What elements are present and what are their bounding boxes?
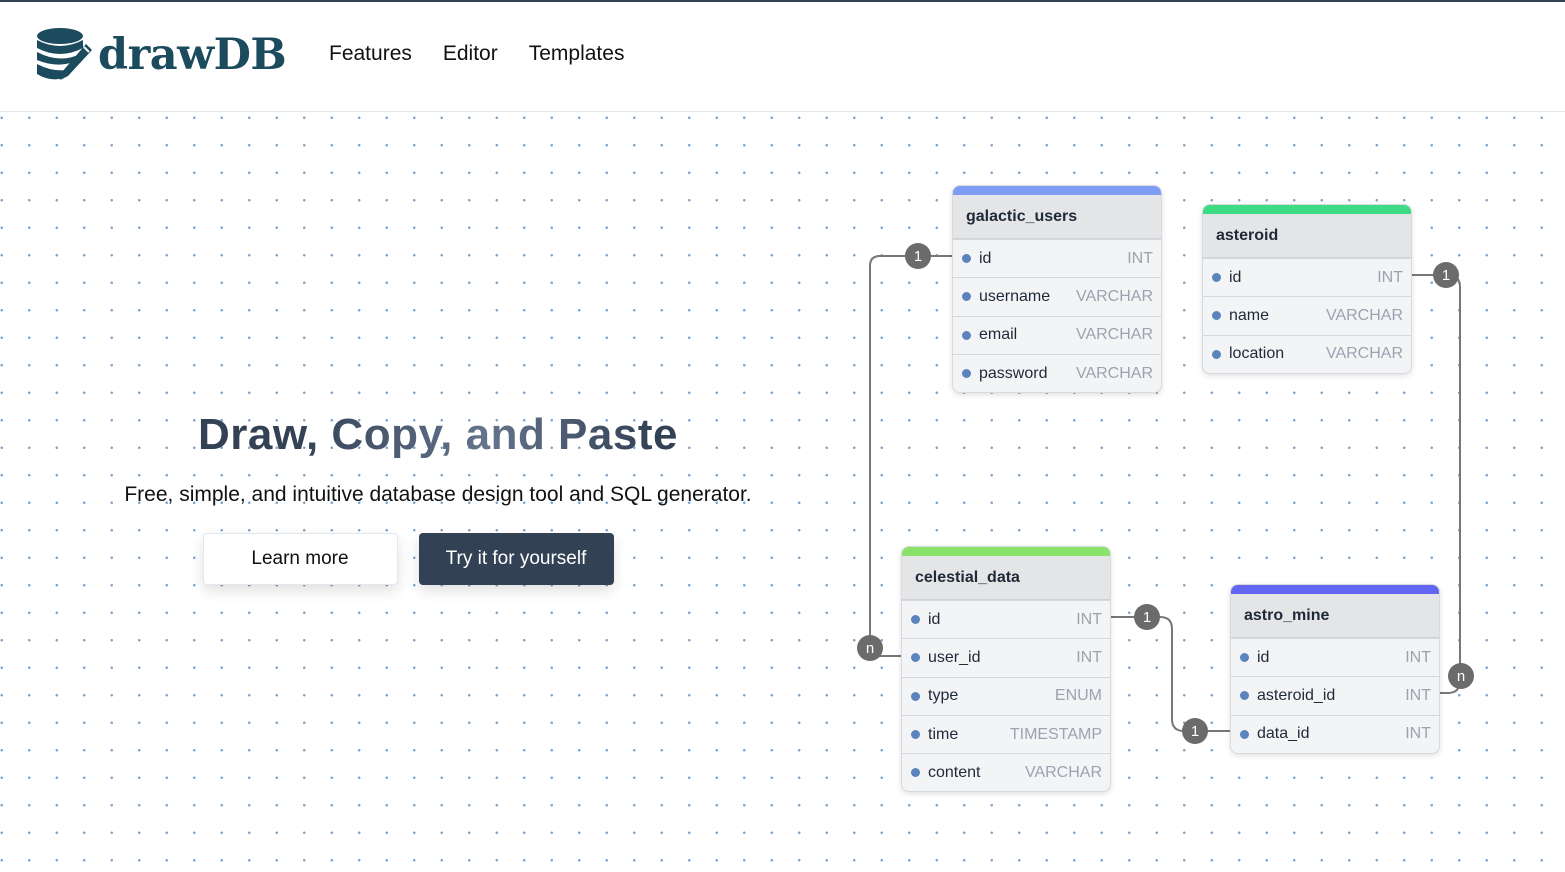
field-dot-icon [1240, 729, 1249, 739]
table-celestial-data[interactable]: celestial_dataid INT user_id INT type ENUM tim… [901, 546, 1111, 793]
table-header[interactable]: astro_mine [1231, 594, 1439, 638]
field-dot-icon [962, 330, 971, 340]
field-type: VARCHAR [1325, 345, 1403, 363]
table-field-row[interactable]: asteroid_id INT [1231, 676, 1439, 714]
field-dot-icon [911, 653, 920, 663]
field-dot-icon [1240, 653, 1249, 663]
nav-editor[interactable]: Editor [443, 42, 498, 66]
table-field-row[interactable]: id INT [902, 600, 1110, 638]
field-name: location [1229, 345, 1285, 363]
field-type: INT [1377, 268, 1403, 286]
table-field-row[interactable]: id INT [1203, 258, 1411, 296]
hero-actions: Learn more Try it for yourself [0, 533, 816, 585]
field-type: INT [1405, 686, 1431, 704]
field-name: content [928, 763, 981, 781]
table-field-row[interactable]: user_id INT [902, 638, 1110, 676]
field-dot-icon [1212, 349, 1221, 359]
field-dot-icon [1212, 273, 1221, 283]
field-name: data_id [1257, 725, 1310, 743]
field-type: INT [1405, 725, 1431, 743]
table-field-row[interactable]: id INT [1231, 638, 1439, 676]
field-name: asteroid_id [1257, 686, 1336, 704]
field-type: ENUM [1054, 687, 1102, 705]
field-type: VARCHAR [1325, 306, 1403, 324]
table-field-row[interactable]: location VARCHAR [1203, 334, 1411, 373]
table-color-bar [953, 186, 1161, 195]
brand-name: drawDB [98, 30, 287, 80]
field-name: password [979, 364, 1048, 382]
cardinality-badge: 1 [1433, 262, 1459, 288]
field-dot-icon [962, 369, 971, 379]
field-type: VARCHAR [1075, 364, 1153, 382]
database-pencil-icon [37, 28, 92, 80]
site-header: drawDB Features Editor Templates [0, 2, 1565, 112]
table-galactic-users[interactable]: galactic_usersid INT username VARCHAR email V… [952, 185, 1162, 394]
field-name: username [979, 287, 1051, 305]
table-field-row[interactable]: data_id INT [1231, 714, 1439, 753]
cardinality-badge: 1 [1134, 604, 1160, 630]
hero-title: Draw, Copy, and Paste [198, 405, 678, 465]
field-dot-icon [962, 292, 971, 302]
table-field-row[interactable]: content VARCHAR [902, 753, 1110, 791]
field-type: INT [1076, 610, 1102, 628]
field-dot-icon [911, 615, 920, 625]
field-name: id [1229, 268, 1242, 286]
field-type: INT [1405, 648, 1431, 666]
field-dot-icon [911, 730, 920, 740]
field-name: id [979, 249, 992, 267]
nav-features[interactable]: Features [329, 42, 412, 66]
hero-subtitle: Free, simple, and intuitive database des… [124, 483, 752, 506]
table-field-row[interactable]: password VARCHAR [953, 353, 1161, 392]
cardinality-badge: 1 [1182, 718, 1208, 744]
table-header[interactable]: celestial_data [902, 556, 1110, 600]
table-field-row[interactable]: name VARCHAR [1203, 296, 1411, 334]
cardinality-badge: 1 [905, 243, 931, 269]
learn-more-button[interactable]: Learn more [202, 533, 398, 585]
nav-templates[interactable]: Templates [529, 42, 625, 66]
field-name: email [979, 326, 1018, 344]
table-field-row[interactable]: type ENUM [902, 676, 1110, 715]
table-field-row[interactable]: username VARCHAR [953, 277, 1161, 315]
main-nav: Features Editor Templates [329, 42, 624, 66]
field-type: INT [1127, 249, 1153, 267]
field-type: VARCHAR [1075, 326, 1153, 344]
field-name: time [928, 725, 959, 743]
table-field-row[interactable]: id INT [953, 239, 1161, 277]
logo[interactable]: drawDB [36, 26, 287, 84]
field-dot-icon [962, 254, 971, 264]
field-type: TIMESTAMP [1009, 725, 1102, 743]
table-header[interactable]: asteroid [1203, 214, 1411, 258]
table-field-row[interactable]: time TIMESTAMP [902, 714, 1110, 753]
table-color-bar [1231, 585, 1439, 594]
field-dot-icon [1240, 691, 1249, 701]
field-name: user_id [928, 648, 981, 666]
field-dot-icon [1212, 311, 1221, 321]
field-type: INT [1076, 648, 1102, 666]
field-name: type [928, 687, 959, 705]
field-name: id [928, 610, 941, 628]
table-astro-mine[interactable]: astro_mineid INT asteroid_id INT data_id INT [1230, 584, 1440, 754]
table-color-bar [1203, 205, 1411, 214]
field-dot-icon [911, 691, 920, 701]
table-color-bar [902, 547, 1110, 556]
field-type: VARCHAR [1075, 287, 1153, 305]
hero-section: Draw, Copy, and Paste Free, simple, and … [60, 405, 816, 585]
cardinality-badge: n [857, 635, 883, 661]
table-field-row[interactable]: email VARCHAR [953, 315, 1161, 354]
table-asteroid[interactable]: asteroid id INT name VARCHAR location VARCHAR [1202, 204, 1412, 374]
field-dot-icon [911, 768, 920, 778]
field-name: id [1257, 648, 1270, 666]
try-it-button[interactable]: Try it for yourself [418, 533, 614, 585]
field-type: VARCHAR [1024, 763, 1102, 781]
table-header[interactable]: galactic_users [953, 195, 1161, 239]
cardinality-badge: n [1448, 663, 1474, 689]
field-name: name [1229, 306, 1270, 324]
